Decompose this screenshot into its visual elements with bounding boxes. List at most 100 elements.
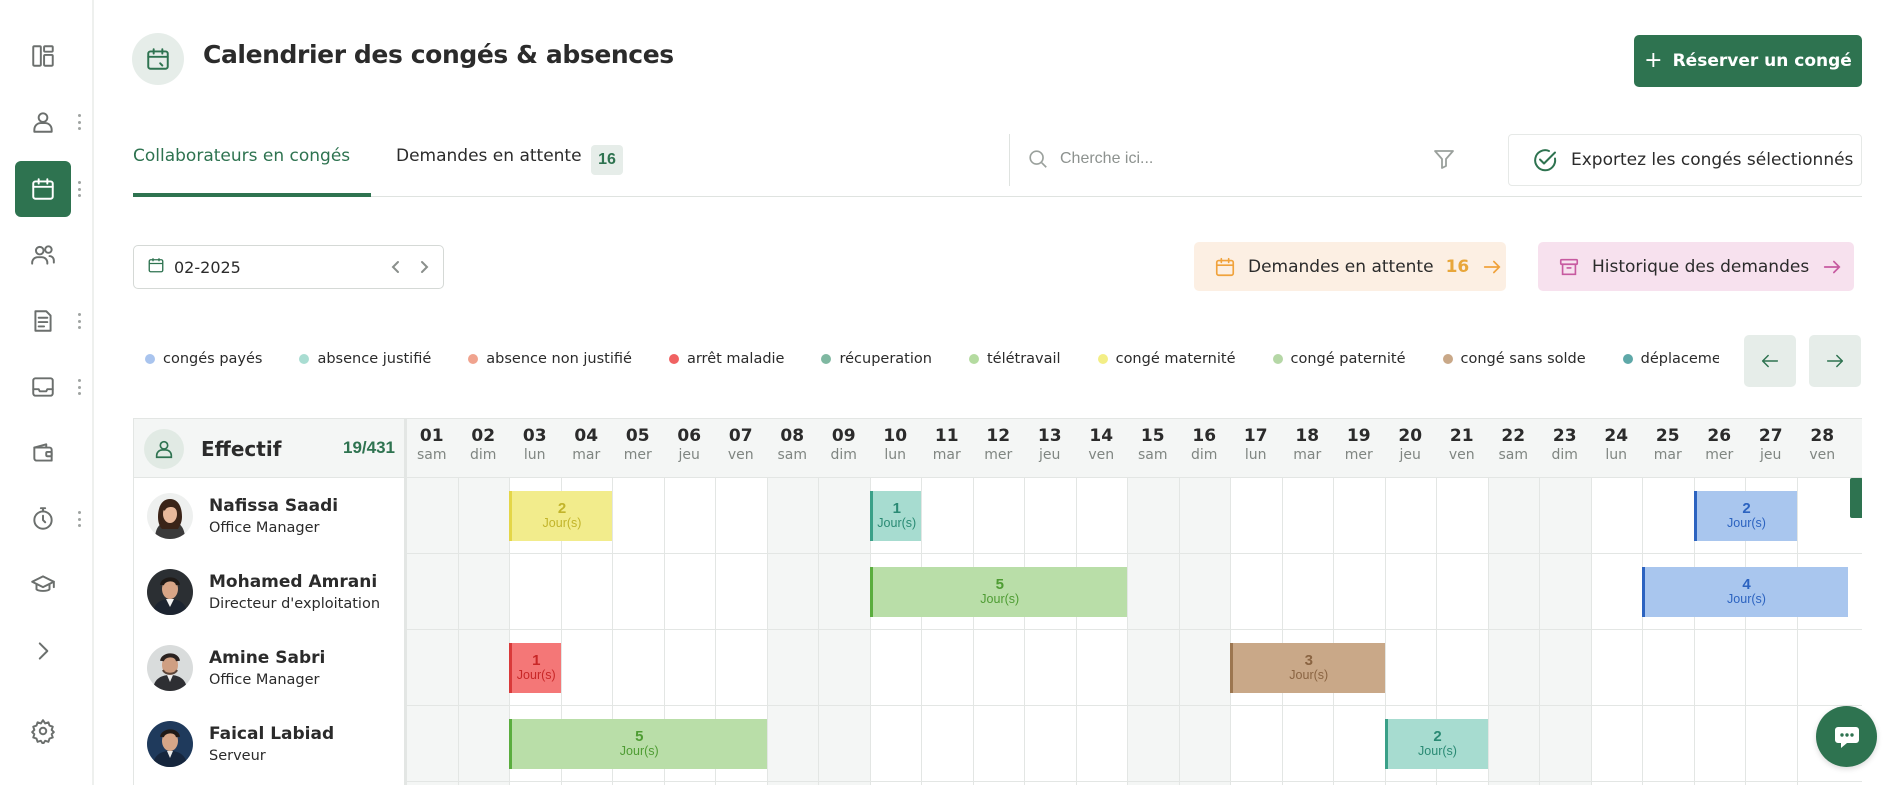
leave-block[interactable]: 5 Jour(s) <box>869 567 1127 617</box>
sidebar-item-calendar[interactable] <box>15 161 71 217</box>
day-name: mar <box>1653 447 1682 463</box>
leave-days-unit: Jour(s) <box>1418 744 1457 758</box>
legend-label: déplacement <box>1640 351 1719 367</box>
leave-block[interactable]: 5 Jour(s) <box>509 719 767 769</box>
day-name: ven <box>727 447 754 463</box>
day-name: ven <box>1088 447 1115 463</box>
effectif-cell: Effectif 19/431 <box>134 419 405 479</box>
day-header: 14 ven <box>1076 419 1128 479</box>
previous-month-button[interactable] <box>386 256 406 278</box>
legend-item: absence justifié <box>299 351 431 367</box>
sidebar-more-icon[interactable] <box>77 313 81 329</box>
tab-collaborators-on-leave[interactable]: Collaborateurs en congés <box>133 146 350 166</box>
leave-block[interactable]: 1 Jour(s) <box>869 491 921 541</box>
sidebar-item-training[interactable] <box>15 557 71 613</box>
chat-button[interactable] <box>1816 706 1877 767</box>
day-header: 12 mer <box>973 419 1025 479</box>
sidebar-item-inbox[interactable] <box>15 359 71 415</box>
legend-label: télétravail <box>986 351 1061 367</box>
day-number: 11 <box>934 426 959 446</box>
filter-icon[interactable] <box>1432 147 1456 171</box>
month-value: 02-2025 <box>174 257 241 277</box>
day-header: 19 mer <box>1333 419 1385 479</box>
search-input[interactable] <box>1060 146 1420 172</box>
arrow-right-icon <box>1826 354 1844 368</box>
leave-days-count: 1 <box>532 652 541 669</box>
employee-name: Amine Sabri <box>209 648 326 668</box>
employee-info: Amine Sabri Office Manager <box>209 648 325 688</box>
sidebar-more-icon[interactable] <box>77 511 81 527</box>
employee-cell[interactable]: Amine Sabri Office Manager <box>134 630 404 706</box>
sidebar-more-icon[interactable] <box>77 379 81 395</box>
day-header: 18 mar <box>1282 419 1334 479</box>
employee-cell[interactable]: Nafissa Saadi Office Manager <box>134 478 404 554</box>
sidebar-item-settings[interactable] <box>15 703 71 759</box>
day-number: 14 <box>1089 426 1114 446</box>
day-name: mer <box>623 447 652 463</box>
sidebar-item-timer[interactable] <box>15 491 71 547</box>
sidebar-more-icon[interactable] <box>77 114 81 130</box>
day-number: 18 <box>1295 426 1320 446</box>
day-number: 02 <box>471 426 496 446</box>
employee-row: Faical Labiad Serveur 5 Jour(s) 2 Jour(s) <box>134 706 1862 782</box>
leave-days-unit: Jour(s) <box>877 516 917 530</box>
day-header: 20 jeu <box>1385 419 1437 479</box>
leave-type-legend: congés payés absence justifié absence non … <box>145 351 1719 371</box>
leave-block[interactable]: 4 Jour(s) <box>1642 567 1848 617</box>
sidebar-item-team[interactable] <box>15 227 71 283</box>
legend-item: congés payés <box>145 351 262 367</box>
legend-label: absence justifié <box>317 351 432 367</box>
leave-block[interactable]: 1 Jour(s) <box>509 643 561 693</box>
legend-label: absence non justifié <box>486 351 632 367</box>
day-number: 07 <box>728 426 753 446</box>
sidebar-item-wallet[interactable] <box>15 425 71 481</box>
leave-days-unit: Jour(s) <box>980 592 1020 606</box>
leave-days-count: 2 <box>1742 500 1751 517</box>
day-name: ven <box>1809 447 1836 463</box>
day-name: sam <box>1498 447 1528 463</box>
day-header: 15 sam <box>1127 419 1179 479</box>
day-name: jeu <box>1760 447 1782 463</box>
sidebar-more-icon[interactable] <box>77 181 81 197</box>
request-history-label: Historique des demandes <box>1592 256 1810 277</box>
day-number: 03 <box>522 426 547 446</box>
leave-calendar-grid: Effectif 19/431 01 sam 02 dim 03 lun 04 mar 05 me… <box>133 418 1862 785</box>
request-history-button[interactable]: Historique des demandes <box>1538 242 1854 291</box>
employee-name: Mohamed Amrani <box>209 572 378 592</box>
day-number: 19 <box>1346 426 1371 446</box>
day-name: mar <box>932 447 961 463</box>
next-month-button[interactable] <box>414 256 434 278</box>
check-circle-icon <box>1534 149 1557 172</box>
sidebar-item-dashboard[interactable] <box>15 28 71 84</box>
tab-pending-requests[interactable]: Demandes en attente <box>396 146 582 166</box>
legend-color-dot <box>1272 354 1283 364</box>
day-header: 04 mar <box>561 419 613 479</box>
export-selected-label: Exportez les congés sélectionnés <box>1571 150 1854 170</box>
scrollbar-thumb[interactable] <box>1850 478 1862 518</box>
document-icon <box>34 310 52 332</box>
leave-block[interactable]: 2 Jour(s) <box>1693 491 1797 541</box>
month-picker[interactable]: 02-2025 <box>133 245 444 289</box>
leave-days-unit: Jour(s) <box>1289 668 1329 682</box>
leave-block[interactable]: 2 Jour(s) <box>509 491 612 541</box>
chevron-right-icon <box>421 261 429 273</box>
export-selected-button[interactable]: Exportez les congés sélectionnés <box>1508 134 1862 186</box>
sidebar-item-documents[interactable] <box>15 293 71 349</box>
tabs-divider <box>133 196 1862 197</box>
employee-cell[interactable]: Faical Labiad Serveur <box>134 706 404 782</box>
inbox-icon <box>32 377 54 397</box>
day-name: sam <box>1137 447 1168 463</box>
leave-block[interactable]: 3 Jour(s) <box>1230 643 1385 693</box>
leave-block[interactable]: 2 Jour(s) <box>1384 719 1488 769</box>
scroll-right-button[interactable] <box>1809 335 1861 387</box>
sidebar-expand-button[interactable] <box>15 623 71 679</box>
employee-cell[interactable]: Mohamed Amrani Directeur d'exploitation <box>134 554 404 630</box>
scroll-left-button[interactable] <box>1744 335 1796 387</box>
sidebar-item-profile[interactable] <box>15 94 71 150</box>
day-name: mar <box>1293 447 1322 463</box>
pending-requests-button[interactable]: Demandes en attente 16 <box>1194 242 1506 291</box>
reserve-leave-button[interactable]: + Réserver un congé <box>1634 35 1862 87</box>
day-header: 28 ven <box>1797 419 1849 479</box>
avatar <box>147 493 193 539</box>
legend-color-dot <box>299 354 310 364</box>
